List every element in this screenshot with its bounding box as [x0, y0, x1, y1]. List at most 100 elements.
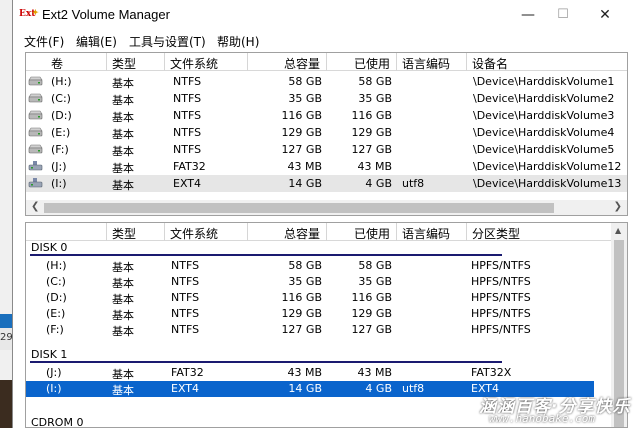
partition-volume: (F:) [46, 323, 64, 336]
volume-codepage: utf8 [402, 177, 425, 190]
column-divider[interactable] [396, 223, 397, 241]
column-divider[interactable] [106, 223, 107, 241]
volume-device: \Device\HarddiskVolume12 [473, 160, 622, 173]
menu-file[interactable]: 文件(F) [24, 33, 64, 50]
column-divider[interactable] [247, 53, 248, 71]
volume-row[interactable]: (E:) 基本 NTFS 129 GB 129 GB \Device\HarddiskVo… [26, 124, 627, 141]
column-divider[interactable] [466, 53, 467, 71]
partition-kind: FAT32X [471, 366, 512, 379]
partition-volume: (H:) [46, 259, 67, 272]
partition-used: 43 MB [357, 366, 392, 379]
partition-volume: (D:) [46, 291, 67, 304]
column-divider[interactable] [326, 53, 327, 71]
volume-total: 58 GB [288, 75, 322, 88]
volume-type: 基本 [112, 145, 134, 158]
volume-device: \Device\HarddiskVolume3 [473, 109, 615, 122]
col-type[interactable]: 类型 [112, 55, 136, 72]
partition-filesystem: NTFS [171, 323, 200, 336]
partition-total: 14 GB [288, 382, 322, 395]
col-used[interactable]: 已使用 [354, 225, 390, 242]
scroll-left-icon[interactable]: ❮ [31, 201, 39, 212]
col-volume[interactable]: 卷 [51, 55, 63, 72]
col-type[interactable]: 类型 [112, 225, 136, 242]
col-total[interactable]: 总容量 [284, 55, 320, 72]
partition-row[interactable]: (E:) 基本 NTFS 129 GB 129 GB HPFS/NTFS [26, 306, 594, 322]
col-filesystem[interactable]: 文件系统 [170, 55, 218, 72]
partition-total: 129 GB [281, 307, 322, 320]
volume-list-header: 卷 类型 文件系统 总容量 已使用 语言编码 设备名 [26, 53, 627, 71]
column-divider[interactable] [396, 53, 397, 71]
column-divider[interactable] [247, 223, 248, 241]
volume-row[interactable]: (F:) 基本 NTFS 127 GB 127 GB \Device\HarddiskVo… [26, 141, 627, 158]
partition-volume: (C:) [46, 275, 66, 288]
col-device[interactable]: 设备名 [472, 55, 508, 72]
column-divider[interactable] [326, 223, 327, 241]
partition-row[interactable]: (H:) 基本 NTFS 58 GB 58 GB HPFS/NTFS [26, 258, 594, 274]
volume-used: 58 GB [358, 75, 392, 88]
partition-used: 4 GB [365, 382, 392, 395]
volume-list[interactable]: 卷 类型 文件系统 总容量 已使用 语言编码 设备名 (H:) 基本 NTFS 58 … [25, 52, 628, 216]
col-total[interactable]: 总容量 [284, 225, 320, 242]
disk-icon [28, 127, 43, 137]
volume-row[interactable]: (J:) 基本 FAT32 43 MB 43 MB \Device\HarddiskVol… [26, 158, 627, 175]
volume-total: 116 GB [281, 109, 322, 122]
col-codepage[interactable]: 语言编码 [402, 225, 450, 242]
menu-edit[interactable]: 编辑(E) [76, 33, 117, 50]
volume-total: 129 GB [281, 126, 322, 139]
scroll-right-icon[interactable]: ❯ [614, 201, 622, 212]
volume-type: 基本 [112, 77, 134, 90]
title-bar[interactable]: Ext ✦ Ext2 Volume Manager — ☐ ✕ [13, 0, 639, 31]
column-divider[interactable] [164, 53, 165, 71]
column-divider[interactable] [466, 223, 467, 241]
volume-device: \Device\HarddiskVolume13 [473, 177, 622, 190]
volume-letter: (F:) [51, 143, 69, 156]
col-partition-type[interactable]: 分区类型 [472, 225, 520, 242]
col-used[interactable]: 已使用 [354, 55, 390, 72]
partition-row[interactable]: (C:) 基本 NTFS 35 GB 35 GB HPFS/NTFS [26, 274, 594, 290]
partition-type: 基本 [112, 368, 134, 381]
col-filesystem[interactable]: 文件系统 [170, 225, 218, 242]
col-codepage[interactable]: 语言编码 [402, 55, 450, 72]
disk-icon [28, 93, 43, 103]
volume-row[interactable]: (D:) 基本 NTFS 116 GB 116 GB \Device\HarddiskVo… [26, 107, 627, 124]
partition-type: 基本 [112, 309, 134, 322]
menu-help[interactable]: 帮助(H) [217, 33, 259, 50]
partition-filesystem: NTFS [171, 307, 200, 320]
partition-volume: (I:) [46, 382, 62, 395]
partition-type: 基本 [112, 384, 134, 397]
column-divider[interactable] [106, 53, 107, 71]
app-icon: Ext ✦ [19, 7, 39, 19]
scroll-up-icon[interactable]: ▲ [615, 226, 621, 235]
partition-used: 116 GB [351, 291, 392, 304]
horizontal-scrollbar[interactable]: ❮ ❯ [26, 200, 627, 215]
scrollbar-thumb[interactable] [44, 203, 554, 213]
volume-filesystem: NTFS [173, 126, 202, 139]
disk-icon [28, 144, 43, 154]
volume-type: 基本 [112, 94, 134, 107]
partition-row[interactable]: (F:) 基本 NTFS 127 GB 127 GB HPFS/NTFS [26, 322, 594, 338]
volume-filesystem: NTFS [173, 92, 202, 105]
volume-row[interactable]: (C:) 基本 NTFS 35 GB 35 GB \Device\HarddiskVolu… [26, 90, 627, 107]
volume-device: \Device\HarddiskVolume5 [473, 143, 615, 156]
partition-total: 116 GB [281, 291, 322, 304]
volume-device: \Device\HarddiskVolume1 [473, 75, 615, 88]
volume-row[interactable]: (H:) 基本 NTFS 58 GB 58 GB \Device\HarddiskVolu… [26, 73, 627, 90]
partition-row[interactable]: (D:) 基本 NTFS 116 GB 116 GB HPFS/NTFS [26, 290, 594, 306]
volume-letter: (C:) [51, 92, 71, 105]
close-button[interactable]: ✕ [583, 4, 627, 28]
column-divider[interactable] [164, 223, 165, 241]
volume-used: 129 GB [351, 126, 392, 139]
partition-kind: HPFS/NTFS [471, 259, 531, 272]
volume-total: 43 MB [287, 160, 322, 173]
partition-total: 43 MB [287, 366, 322, 379]
volume-row[interactable]: (I:) 基本 EXT4 14 GB 4 GB utf8 \Device\HarddiskV… [26, 175, 627, 192]
disk-divider [30, 254, 502, 256]
partition-kind: HPFS/NTFS [471, 323, 531, 336]
maximize-button[interactable]: ☐ [541, 4, 585, 28]
partition-type: 基本 [112, 293, 134, 306]
volume-type: 基本 [112, 162, 134, 175]
volume-type: 基本 [112, 128, 134, 141]
partition-row[interactable]: (J:) 基本 FAT32 43 MB 43 MB FAT32X [26, 365, 594, 381]
partition-kind: HPFS/NTFS [471, 291, 531, 304]
menu-tools[interactable]: 工具与设置(T) [129, 33, 206, 50]
